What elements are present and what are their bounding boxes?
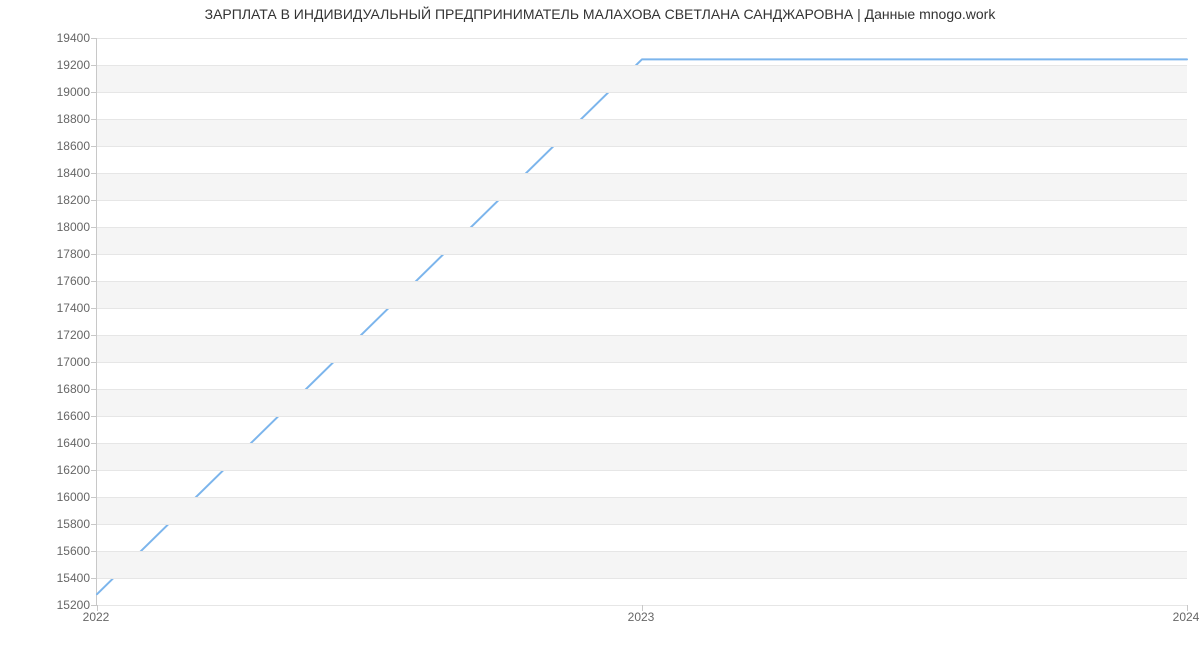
y-tick-label: 17600 [0,274,90,288]
y-tick-label: 17200 [0,328,90,342]
y-tick-label: 16800 [0,382,90,396]
y-tick-label: 15600 [0,544,90,558]
y-axis-labels: 1520015400156001580016000162001640016600… [0,38,90,605]
x-tick-label: 2023 [628,610,655,624]
y-tick-label: 18000 [0,220,90,234]
y-tick-label: 16400 [0,436,90,450]
y-tick-label: 19000 [0,85,90,99]
y-tick-label: 16600 [0,409,90,423]
x-axis-labels: 202220232024 [96,610,1186,640]
y-tick-label: 17000 [0,355,90,369]
y-tick-label: 18600 [0,139,90,153]
y-tick-label: 15400 [0,571,90,585]
x-tick-label: 2024 [1173,610,1200,624]
y-tick-label: 15200 [0,598,90,612]
salary-line-chart: ЗАРПЛАТА В ИНДИВИДУАЛЬНЫЙ ПРЕДПРИНИМАТЕЛ… [0,0,1200,650]
y-tick-label: 18200 [0,193,90,207]
y-tick-label: 18400 [0,166,90,180]
y-tick-label: 19200 [0,58,90,72]
chart-title: ЗАРПЛАТА В ИНДИВИДУАЛЬНЫЙ ПРЕДПРИНИМАТЕЛ… [0,6,1200,22]
y-tick-label: 16000 [0,490,90,504]
y-tick-label: 17400 [0,301,90,315]
x-tick-label: 2022 [83,610,110,624]
y-tick-label: 16200 [0,463,90,477]
y-tick-label: 19400 [0,31,90,45]
plot-area [96,38,1187,606]
y-tick-label: 17800 [0,247,90,261]
y-tick-label: 15800 [0,517,90,531]
y-tick-label: 18800 [0,112,90,126]
